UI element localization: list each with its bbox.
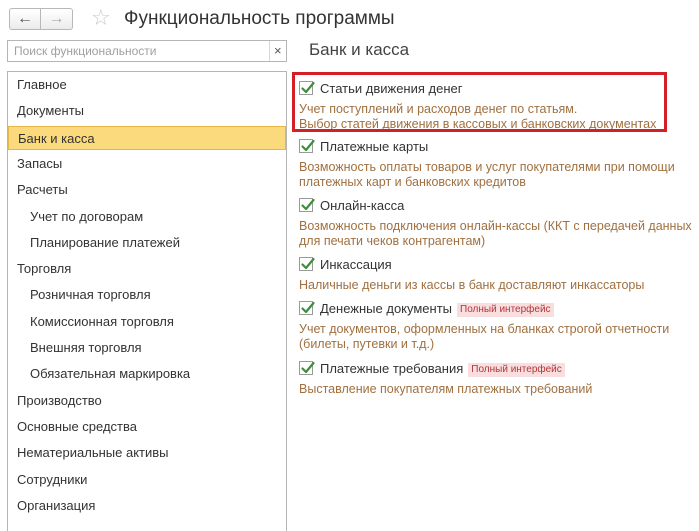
checkmark-icon xyxy=(301,198,315,211)
checkbox[interactable] xyxy=(299,257,315,271)
option-row: Платежные карты xyxy=(299,138,694,156)
checkmark-icon xyxy=(301,139,315,152)
sidebar-item[interactable]: Основные средства xyxy=(8,415,286,439)
option-label[interactable]: Платежные карты xyxy=(320,138,428,155)
sidebar-item[interactable]: Планирование платежей xyxy=(8,231,286,255)
sidebar-item[interactable]: Запасы xyxy=(8,152,286,176)
sidebar-item[interactable]: Банк и касса xyxy=(8,125,286,150)
sidebar-item[interactable]: Учет по договорам xyxy=(8,205,286,229)
option-label-text: Инкассация xyxy=(320,257,392,272)
option-description-line: для печати чеков контрагентам) xyxy=(299,234,486,248)
search-input[interactable] xyxy=(8,41,264,61)
checkmark-icon xyxy=(301,301,315,314)
option-row: Статьи движения денег xyxy=(299,80,694,98)
sections-sidebar: Главное Документы Банк и касса Запасы Расчет… xyxy=(7,71,287,531)
sidebar-item[interactable]: Комиссионная торговля xyxy=(8,310,286,334)
section-title: Банк и касса xyxy=(309,40,410,59)
sidebar-item[interactable]: Расчеты xyxy=(8,178,286,202)
option-row: Платежные требования Полный интерфейс xyxy=(299,360,694,378)
option-label-text: Платежные карты xyxy=(320,139,429,154)
search-box: × xyxy=(7,40,287,62)
sidebar-item[interactable]: Организация xyxy=(8,494,286,518)
option-label[interactable]: Платежные требования Полный интерфейс xyxy=(320,360,565,377)
favorite-star-icon[interactable]: ☆ xyxy=(91,5,111,31)
sidebar-item[interactable]: Розничная торговля xyxy=(8,283,286,307)
option-description-line: (билеты, путевки и т.д.) xyxy=(299,337,435,351)
option-label-text: Денежные документы xyxy=(320,301,453,316)
option-description-line: Учет документов, оформленных на бланках … xyxy=(299,322,670,336)
option-item: Денежные документы Полный интерфейс Учет д… xyxy=(299,300,694,352)
sidebar-item[interactable]: Документы xyxy=(8,99,286,123)
option-description-line: Выбор статей движения в кассовых и банко… xyxy=(299,117,657,131)
option-row: Онлайн-касса xyxy=(299,197,694,215)
option-description: Возможность подключения онлайн-кассы (КК… xyxy=(299,219,694,249)
option-label-text: Онлайн-касса xyxy=(320,198,405,213)
clear-icon[interactable]: × xyxy=(274,42,282,60)
option-row: Денежные документы Полный интерфейс xyxy=(299,300,694,318)
option-description: Учет поступлений и расходов денег по ста… xyxy=(299,102,694,132)
checkmark-icon xyxy=(301,81,315,94)
checkmark-icon xyxy=(301,361,315,374)
full-interface-badge: Полный интерфейс xyxy=(468,363,565,377)
sidebar-item[interactable]: Главное xyxy=(8,73,286,97)
page-title: Функциональность программы xyxy=(124,8,395,29)
arrow-left-icon: ← xyxy=(17,10,33,27)
option-item: Статьи движения денег Учет поступлений и … xyxy=(299,80,694,132)
sidebar-item[interactable]: Производство xyxy=(8,389,286,413)
option-description: Наличные деньги из кассы в банк доставля… xyxy=(299,278,694,293)
option-label[interactable]: Статьи движения денег xyxy=(320,80,462,97)
sidebar-item[interactable]: Внешняя торговля xyxy=(8,336,286,360)
sidebar-item[interactable]: Сотрудники xyxy=(8,468,286,492)
sidebar-item[interactable]: Обязательная маркировка xyxy=(8,362,286,386)
checkbox[interactable] xyxy=(299,361,315,375)
option-item: Онлайн-касса Возможность подключения онла… xyxy=(299,197,694,249)
checkbox[interactable] xyxy=(299,81,315,95)
window-header: ← → ☆ Функциональность программы xyxy=(0,0,699,38)
back-button[interactable]: ← xyxy=(9,8,41,30)
option-description: Учет документов, оформленных на бланках … xyxy=(299,322,694,352)
sidebar-item[interactable]: Нематериальные активы xyxy=(8,441,286,465)
forward-button[interactable]: → xyxy=(41,8,73,30)
option-label[interactable]: Инкассация xyxy=(320,256,392,273)
checkbox[interactable] xyxy=(299,301,315,315)
option-item: Платежные требования Полный интерфейс Выст… xyxy=(299,360,694,397)
option-description: Выставление покупателям платежных требов… xyxy=(299,382,694,397)
option-description-line: Учет поступлений и расходов денег по ста… xyxy=(299,102,578,116)
option-label-text: Статьи движения денег xyxy=(320,81,463,96)
arrow-right-icon: → xyxy=(48,10,65,27)
option-description-line: Возможность оплаты товаров и услуг покуп… xyxy=(299,160,675,174)
checkbox[interactable] xyxy=(299,139,315,153)
sidebar-item[interactable]: Торговля xyxy=(8,257,286,281)
option-label[interactable]: Денежные документы Полный интерфейс xyxy=(320,300,554,317)
option-description-line: Наличные деньги из кассы в банк доставля… xyxy=(299,278,645,292)
search-divider xyxy=(269,41,270,61)
checkbox[interactable] xyxy=(299,198,315,212)
option-label-text: Платежные требования xyxy=(320,361,464,376)
option-item: Инкассация Наличные деньги из кассы в бан… xyxy=(299,256,694,293)
checkmark-icon xyxy=(301,257,315,270)
option-description-line: Выставление покупателям платежных требов… xyxy=(299,382,593,396)
full-interface-badge: Полный интерфейс xyxy=(457,303,554,317)
option-description-line: платежных карт и банковских кредитов xyxy=(299,175,526,189)
option-description: Возможность оплаты товаров и услуг покуп… xyxy=(299,160,694,190)
option-item: Платежные карты Возможность оплаты товаро… xyxy=(299,138,694,190)
option-description-line: Возможность подключения онлайн-кассы (КК… xyxy=(299,219,692,233)
option-row: Инкассация xyxy=(299,256,694,274)
option-label[interactable]: Онлайн-касса xyxy=(320,197,404,214)
